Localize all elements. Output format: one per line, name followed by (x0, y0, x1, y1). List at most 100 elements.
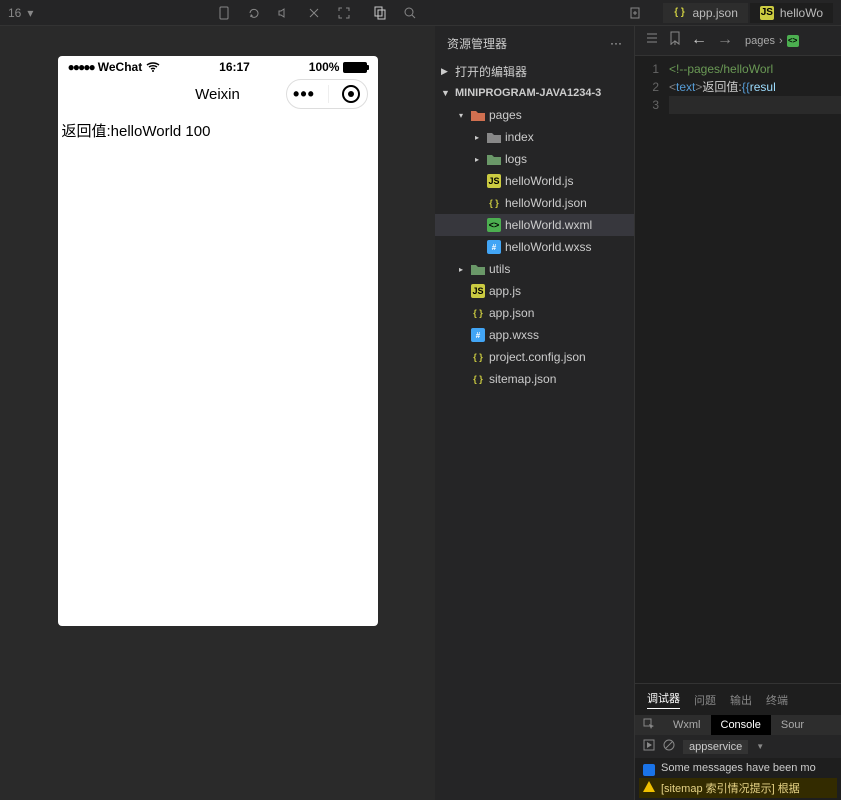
editor-toolbar: ← → pages › <> (635, 26, 841, 56)
file-label: helloWorld.wxss (505, 240, 591, 254)
file-app-js[interactable]: JS app.js (435, 280, 634, 302)
page-text: 返回值:helloWorld 100 (62, 123, 211, 140)
file-project-config[interactable]: { } project.config.json (435, 346, 634, 368)
toolbar-icons (216, 5, 352, 21)
file-label: app.wxss (489, 328, 539, 342)
bottom-panel: 调试器 问题 输出 终端 Wxml Console Sour (635, 683, 841, 800)
file-label: helloWorld.json (505, 196, 587, 210)
zoom-value: 16 (8, 6, 21, 20)
chevron-down-icon[interactable]: ▾ (27, 6, 33, 20)
console-output: Some messages have been mo [sitemap 索引情况… (635, 758, 841, 800)
file-hw-wxml[interactable]: <> helloWorld.wxml (435, 214, 634, 236)
console-controls: appservice ▼ (635, 735, 841, 758)
active-line (669, 96, 841, 114)
chevron-right-icon: ▸ (459, 265, 467, 274)
divider (328, 85, 329, 103)
section-label: 打开的编辑器 (455, 63, 527, 80)
list-icon[interactable] (645, 31, 659, 50)
chevron-right-icon: ▸ (475, 133, 483, 142)
file-label: project.config.json (489, 350, 586, 364)
play-icon[interactable] (643, 739, 655, 754)
tab-label: helloWo (780, 6, 823, 20)
signal-icon: ●●●●● (68, 60, 94, 74)
folder-icon (487, 153, 501, 165)
console-message: Some messages have been mo (639, 760, 837, 778)
tab-debugger[interactable]: 调试器 (647, 690, 680, 709)
explorer-pane: 资源管理器 ··· ▶ 打开的编辑器 ▼ MINIPROGRAM-JAVA123… (435, 26, 635, 800)
js-icon: JS (487, 174, 501, 188)
zoom-indicator: 16 ▾ (8, 6, 216, 20)
open-editors-section[interactable]: ▶ 打开的编辑器 (435, 60, 634, 82)
tab-helloworld[interactable]: JS helloWo (750, 3, 833, 23)
tab-problems[interactable]: 问题 (694, 692, 716, 708)
new-file-icon[interactable] (627, 5, 643, 21)
more-icon[interactable]: ••• (293, 89, 315, 99)
file-hw-js[interactable]: JS helloWorld.js (435, 170, 634, 192)
editor-tabs: { } app.json JS helloWo (663, 3, 834, 23)
breadcrumb-item: pages (745, 35, 775, 47)
close-icon[interactable] (342, 85, 360, 103)
json-icon: { } (673, 6, 687, 20)
nav-bar: Weixin ••• (58, 74, 378, 114)
status-bar: ●●●●● WeChat 16:17 100% (58, 56, 378, 74)
folder-label: utils (489, 262, 510, 276)
warning-icon (643, 781, 655, 792)
folder-icon (471, 263, 485, 275)
tab-sources[interactable]: Sour (771, 715, 814, 735)
folder-utils[interactable]: ▸ utils (435, 258, 634, 280)
nav-title: Weixin (195, 86, 240, 103)
rotate-icon[interactable] (246, 5, 262, 21)
clear-icon[interactable] (663, 739, 675, 754)
more-icon[interactable]: ··· (610, 36, 622, 50)
bookmark-icon[interactable] (669, 31, 681, 50)
tab-label: app.json (693, 6, 738, 20)
breadcrumb[interactable]: pages › <> (745, 35, 799, 47)
chevron-down-icon: ▼ (441, 88, 451, 98)
battery-icon (343, 62, 367, 73)
project-section[interactable]: ▼ MINIPROGRAM-JAVA1234-3 (435, 82, 634, 104)
tab-terminal[interactable]: 终端 (766, 692, 788, 708)
js-icon: JS (760, 6, 774, 20)
file-sitemap[interactable]: { } sitemap.json (435, 368, 634, 390)
capsule-button[interactable]: ••• (286, 79, 368, 109)
file-app-json[interactable]: { } app.json (435, 302, 634, 324)
tab-app-json[interactable]: { } app.json (663, 3, 748, 23)
forward-icon[interactable]: → (717, 31, 733, 50)
panel-tabs: 调试器 问题 输出 终端 (635, 684, 841, 715)
expand-icon[interactable] (336, 5, 352, 21)
file-label: helloWorld.js (505, 174, 573, 188)
wxss-icon: # (487, 240, 501, 254)
file-app-wxss[interactable]: # app.wxss (435, 324, 634, 346)
chevron-down-icon: ▾ (459, 111, 467, 120)
explorer-header: 资源管理器 ··· (435, 26, 634, 60)
file-hw-wxss[interactable]: # helloWorld.wxss (435, 236, 634, 258)
file-tree: ▾ pages ▸ index ▸ logs JS helloWorld.js (435, 104, 634, 390)
inspect-icon[interactable] (643, 718, 655, 733)
phone-icon[interactable] (216, 5, 232, 21)
file-label: sitemap.json (489, 372, 556, 386)
scope-select[interactable]: appservice (683, 740, 748, 754)
file-hw-json[interactable]: { } helloWorld.json (435, 192, 634, 214)
top-toolbar: 16 ▾ { } app.json (0, 0, 841, 26)
search-icon[interactable] (402, 5, 418, 21)
cut-icon[interactable] (306, 5, 322, 21)
file-label: app.json (489, 306, 534, 320)
tab-console[interactable]: Console (711, 715, 771, 735)
folder-icon (487, 131, 501, 143)
simulator-pane: ●●●●● WeChat 16:17 100% Weixin ••• (0, 26, 435, 800)
wxss-icon: # (471, 328, 485, 342)
back-icon[interactable]: ← (691, 31, 707, 50)
file-label: helloWorld.wxml (505, 218, 592, 232)
volume-icon[interactable] (276, 5, 292, 21)
wxml-icon: <> (487, 218, 501, 232)
file-label: app.js (489, 284, 521, 298)
devtools-tabs: Wxml Console Sour (635, 715, 841, 735)
folder-label: index (505, 130, 534, 144)
files-icon[interactable] (372, 5, 388, 21)
folder-index[interactable]: ▸ index (435, 126, 634, 148)
tab-wxml[interactable]: Wxml (663, 715, 711, 735)
wifi-icon (146, 62, 160, 72)
folder-pages[interactable]: ▾ pages (435, 104, 634, 126)
folder-logs[interactable]: ▸ logs (435, 148, 634, 170)
tab-output[interactable]: 输出 (730, 692, 752, 708)
